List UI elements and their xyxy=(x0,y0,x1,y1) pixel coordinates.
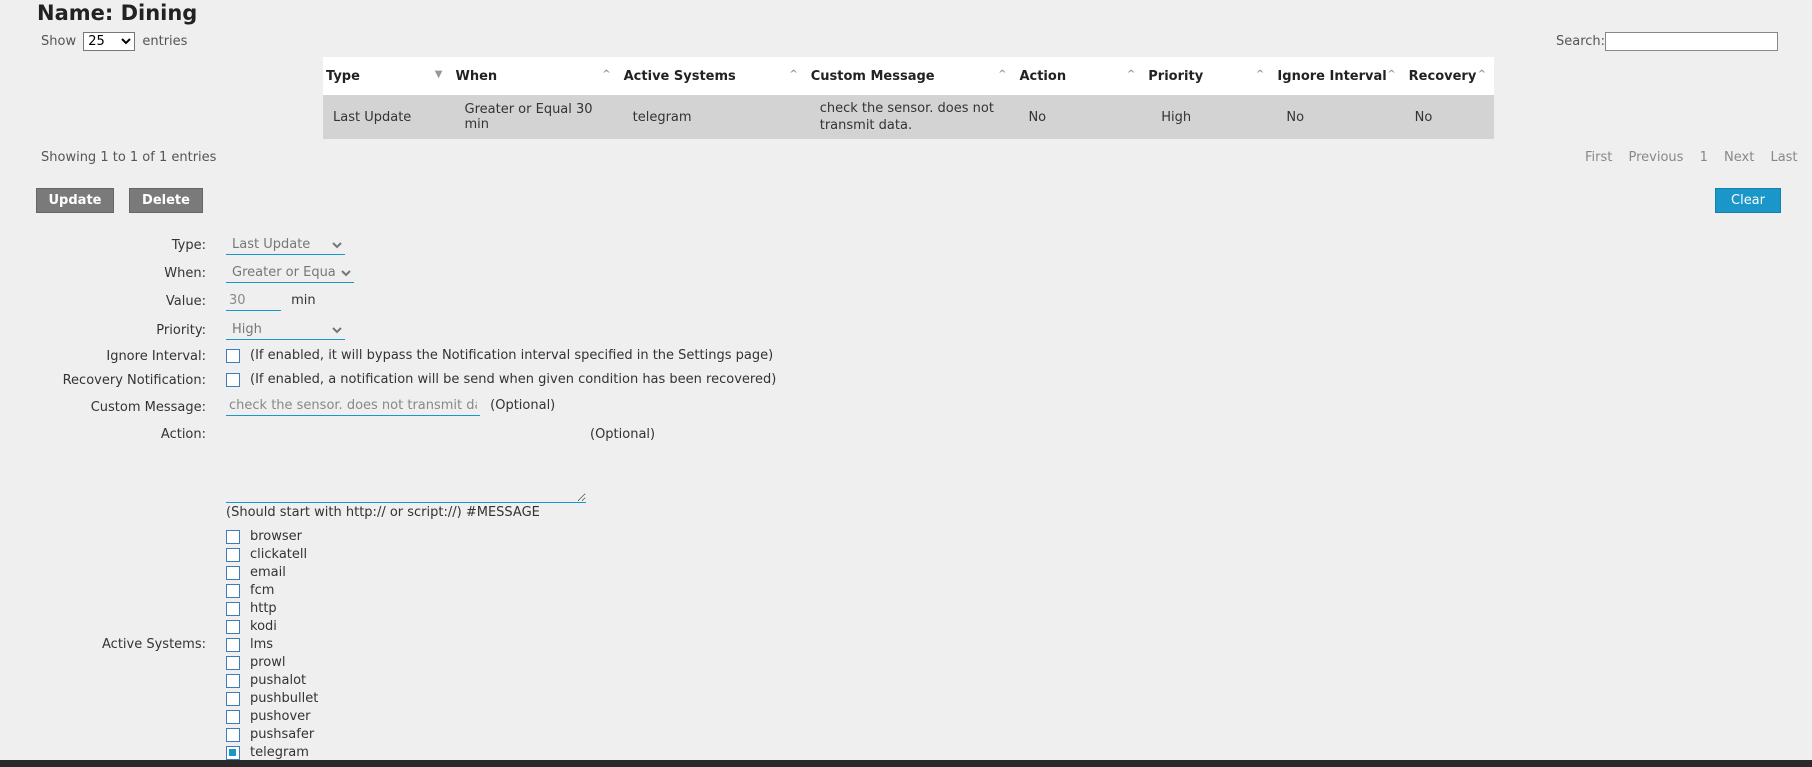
system-checkbox-email[interactable] xyxy=(226,565,240,580)
priority-select[interactable]: High xyxy=(226,320,345,340)
search-control: Search: xyxy=(1556,32,1779,51)
table-row[interactable]: Last Update Greater or Equal 30 min tele… xyxy=(323,95,1494,139)
system-checkbox-fcm[interactable] xyxy=(226,583,240,598)
entries-label: entries xyxy=(142,34,188,49)
pagination-first[interactable]: First xyxy=(1585,150,1612,165)
value-label: Value: xyxy=(165,294,206,309)
custom-message-input[interactable] xyxy=(226,396,480,416)
cell-recovery: No xyxy=(1405,95,1494,139)
column-header-when[interactable]: When ^ xyxy=(452,57,621,95)
entries-select[interactable]: 25 xyxy=(83,32,136,51)
table-info: Showing 1 to 1 of 1 entries xyxy=(41,150,217,165)
column-header-type[interactable]: Type ▼ xyxy=(323,57,453,95)
clear-button[interactable]: Clear xyxy=(1715,188,1781,213)
system-checkbox-pushsafer[interactable] xyxy=(226,727,240,742)
system-checkbox-telegram[interactable] xyxy=(226,745,240,760)
ignore-interval-checkbox[interactable] xyxy=(226,348,240,363)
page-title: Name: Dining xyxy=(37,1,198,25)
system-item: pushover xyxy=(226,708,318,726)
notifications-table: Type ▼ When ^ Active Systems ^ Custom Messa… xyxy=(323,57,1494,139)
value-unit: min xyxy=(291,293,316,308)
column-header-ignore-interval[interactable]: Ignore Interval ^ xyxy=(1274,57,1406,95)
action-hint: (Should start with http:// or script://)… xyxy=(226,505,540,520)
sort-icon: ^ xyxy=(998,69,1007,80)
cell-custom-message: check the sensor. does not transmit data… xyxy=(807,95,1017,139)
system-checkbox-pushover[interactable] xyxy=(226,709,240,724)
column-header-recovery[interactable]: Recovery ^ xyxy=(1405,57,1494,95)
system-item: http xyxy=(226,600,318,618)
bottom-bar xyxy=(0,760,1812,767)
priority-label: Priority: xyxy=(156,323,206,338)
action-label: Action: xyxy=(160,427,206,442)
when-select[interactable]: Greater or Equal xyxy=(226,263,354,283)
cell-active-systems: telegram xyxy=(620,95,808,139)
table-header-row: Type ▼ When ^ Active Systems ^ Custom Messa… xyxy=(323,57,1494,95)
system-checkbox-pushbullet[interactable] xyxy=(226,691,240,706)
custom-message-optional: (Optional) xyxy=(490,398,556,413)
delete-button[interactable]: Delete xyxy=(129,188,203,213)
recovery-notification-hint: (If enabled, a notification will be send… xyxy=(250,372,777,387)
column-header-action[interactable]: Action ^ xyxy=(1016,57,1146,95)
sort-icon: ^ xyxy=(602,69,611,80)
value-input[interactable] xyxy=(226,291,281,311)
pagination-next[interactable]: Next xyxy=(1724,150,1754,165)
type-label: Type: xyxy=(171,238,206,253)
column-header-custom-message[interactable]: Custom Message ^ xyxy=(807,57,1017,95)
system-item: fcm xyxy=(226,582,318,600)
active-systems-label: Active Systems: xyxy=(102,637,206,652)
ignore-interval-hint: (If enabled, it will bypass the Notifica… xyxy=(250,348,774,363)
cell-ignore-interval: No xyxy=(1274,95,1406,139)
sort-desc-icon: ▼ xyxy=(434,69,443,80)
sort-icon: ^ xyxy=(1256,69,1265,80)
cell-type: Last Update xyxy=(323,95,453,139)
recovery-notification-label: Recovery Notification: xyxy=(62,373,206,388)
sort-icon: ^ xyxy=(789,69,798,80)
system-checkbox-http[interactable] xyxy=(226,601,240,616)
system-item: pushalot xyxy=(226,672,318,690)
when-label: When: xyxy=(164,266,206,281)
action-optional: (Optional) xyxy=(590,427,656,442)
sort-icon: ^ xyxy=(1477,69,1486,80)
system-item: browser xyxy=(226,528,318,546)
system-checkbox-browser[interactable] xyxy=(226,529,240,544)
system-checkbox-kodi[interactable] xyxy=(226,619,240,634)
sort-icon: ^ xyxy=(1126,69,1136,80)
action-textarea[interactable] xyxy=(226,425,586,503)
system-item: lms xyxy=(226,636,318,654)
pagination-last[interactable]: Last xyxy=(1770,150,1797,165)
system-checkbox-pushalot[interactable] xyxy=(226,673,240,688)
system-item: prowl xyxy=(226,654,318,672)
sort-icon: ^ xyxy=(1387,69,1396,80)
update-button[interactable]: Update xyxy=(36,188,114,213)
recovery-notification-checkbox[interactable] xyxy=(226,372,240,387)
system-checkbox-lms[interactable] xyxy=(226,637,240,652)
column-header-priority[interactable]: Priority ^ xyxy=(1145,57,1275,95)
custom-message-label: Custom Message: xyxy=(90,400,206,415)
active-systems-list: browser clickatell email fcm http kodi l… xyxy=(226,528,318,762)
show-label: Show xyxy=(41,34,77,49)
pagination: First Previous 1 Next Last xyxy=(1585,150,1798,165)
system-item: clickatell xyxy=(226,546,318,564)
system-item: kodi xyxy=(226,618,318,636)
system-checkbox-clickatell[interactable] xyxy=(226,547,240,562)
cell-action: No xyxy=(1016,95,1146,139)
system-item: pushbullet xyxy=(226,690,318,708)
ignore-interval-label: Ignore Interval: xyxy=(106,349,206,364)
cell-when: Greater or Equal 30 min xyxy=(452,95,621,139)
search-input[interactable] xyxy=(1605,32,1779,51)
system-checkbox-prowl[interactable] xyxy=(226,655,240,670)
search-label: Search: xyxy=(1556,34,1606,49)
pagination-page[interactable]: 1 xyxy=(1700,150,1708,165)
pagination-previous[interactable]: Previous xyxy=(1629,150,1684,165)
type-select[interactable]: Last Update xyxy=(226,235,345,255)
entries-length-control: Show 25 entries xyxy=(41,32,187,51)
system-item: pushsafer xyxy=(226,726,318,744)
system-item: email xyxy=(226,564,318,582)
column-header-active-systems[interactable]: Active Systems ^ xyxy=(620,57,808,95)
cell-priority: High xyxy=(1145,95,1275,139)
